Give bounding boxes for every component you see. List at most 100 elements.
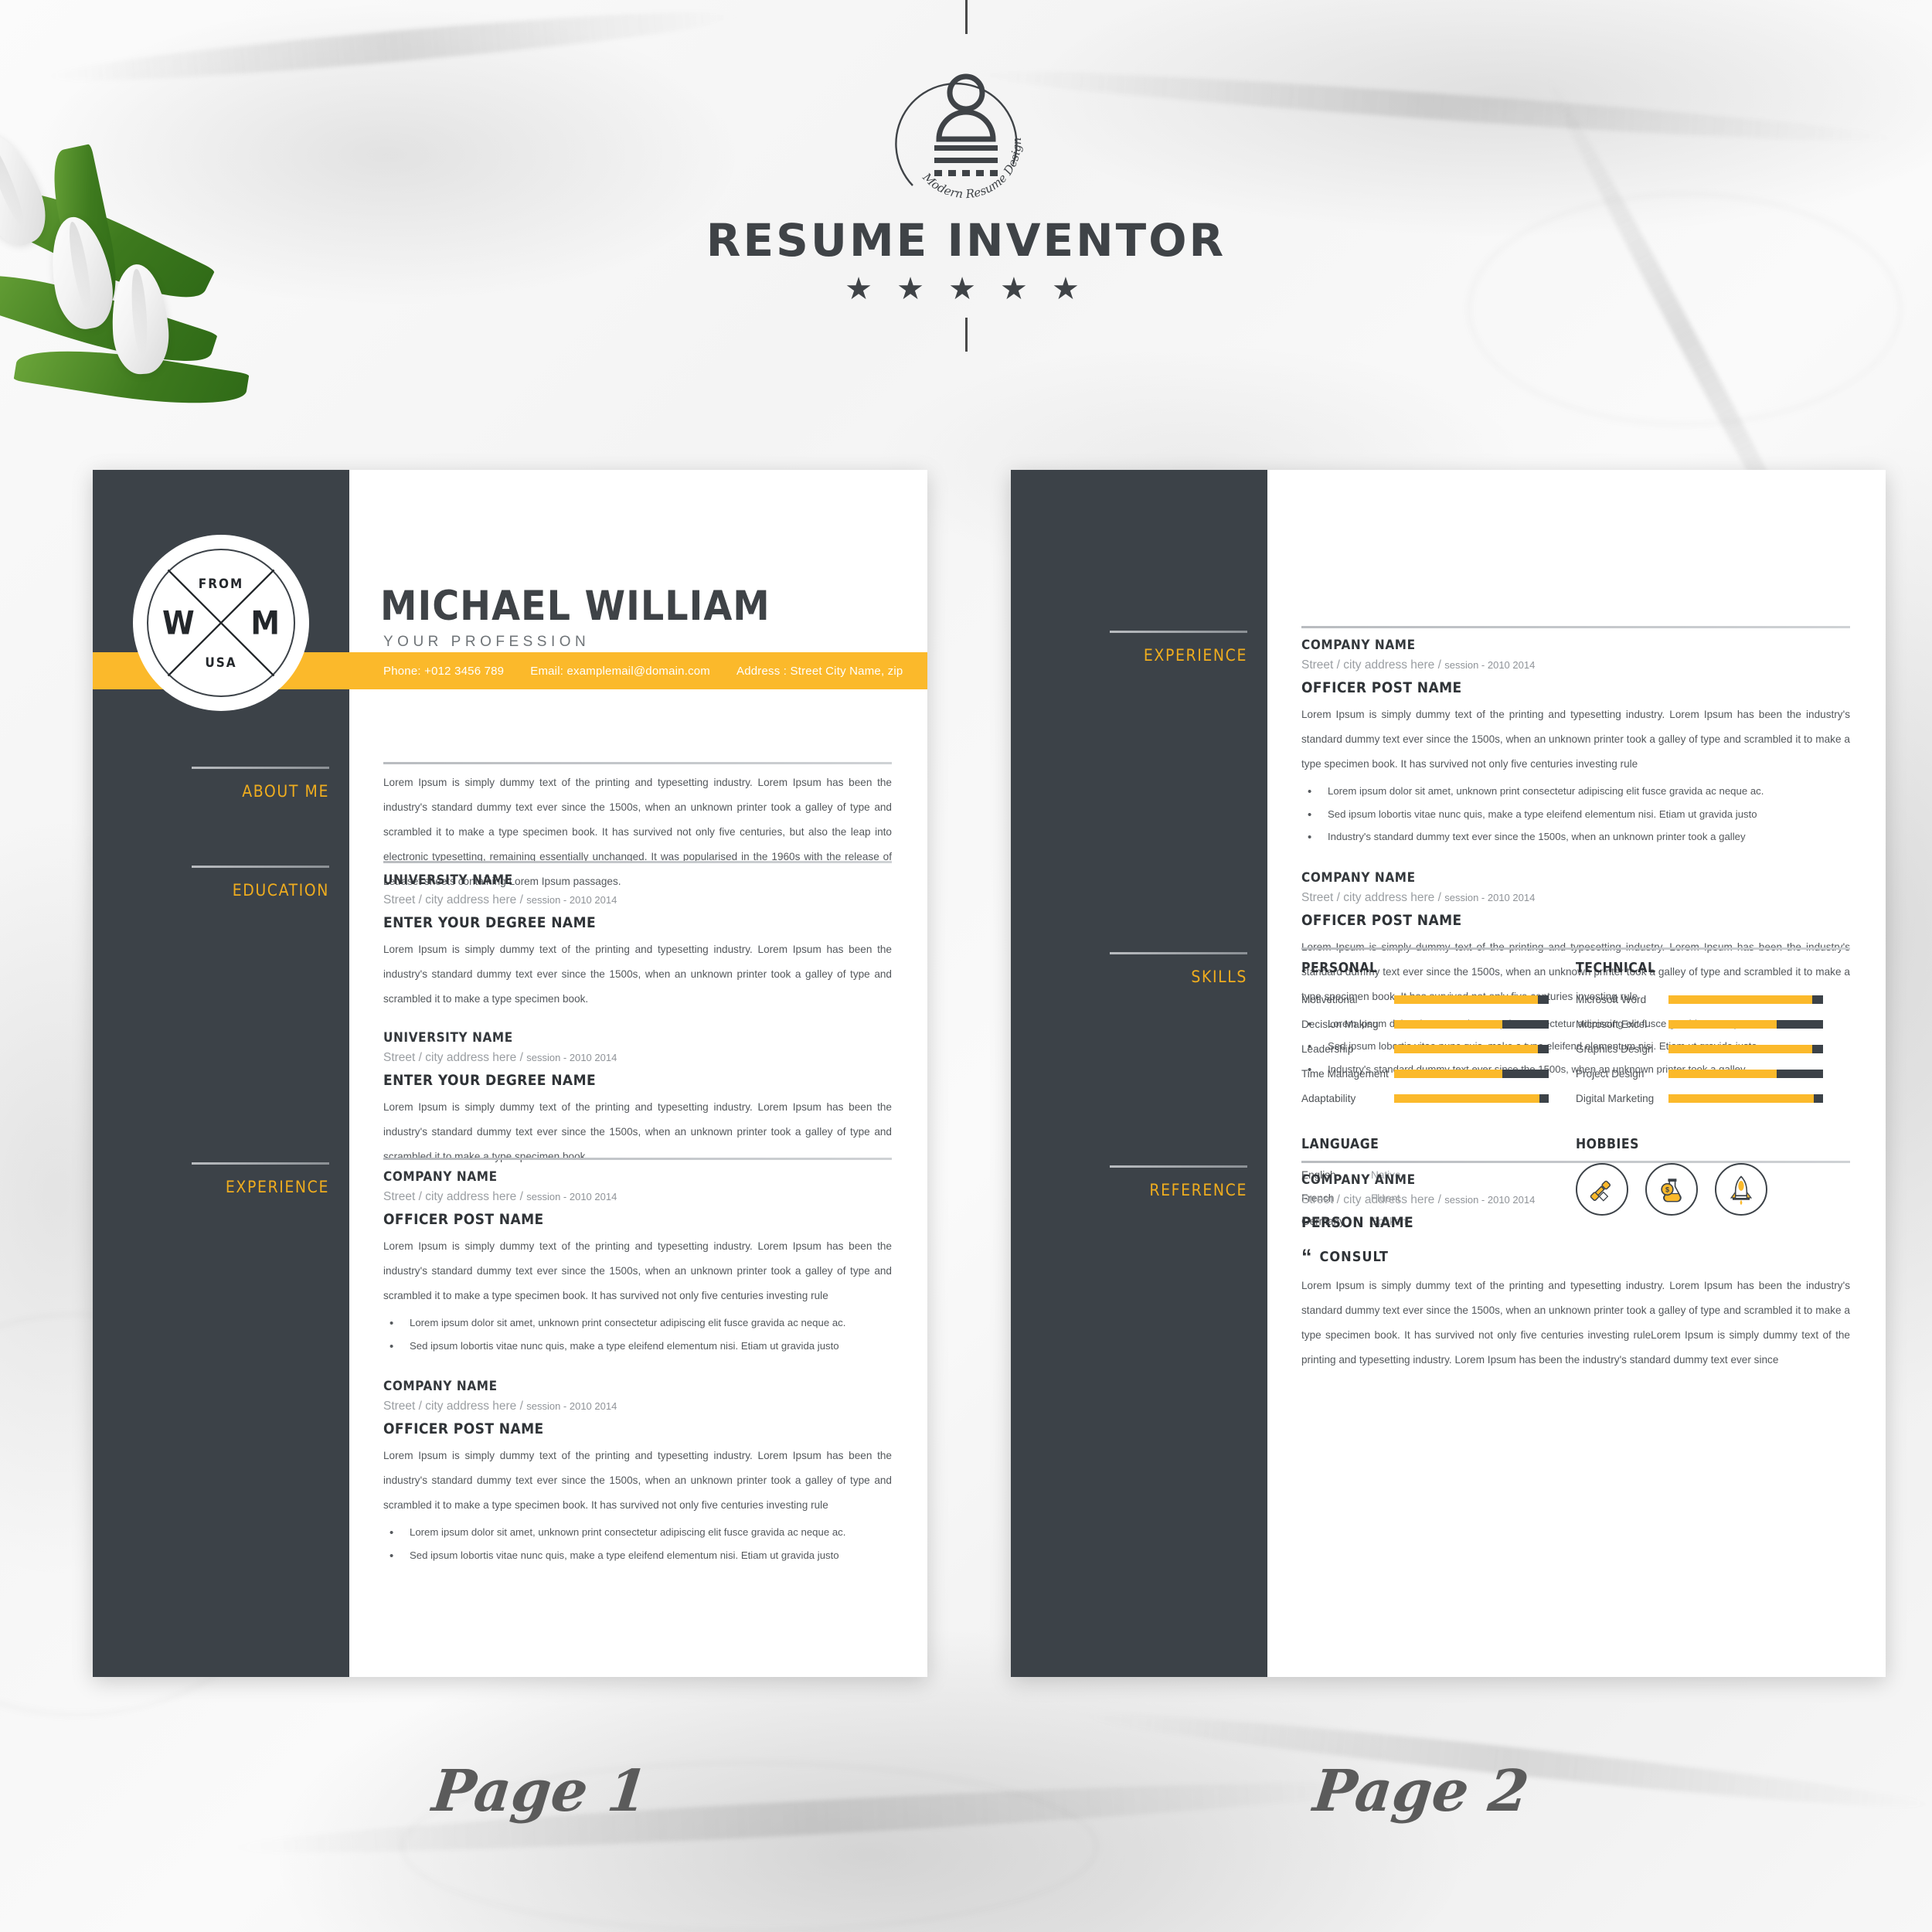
- skill-track: [1668, 1019, 1823, 1029]
- experience-bullets: Lorem ipsum dolor sit amet, unknown prin…: [1301, 779, 1850, 851]
- skill-row: Microsoft Word: [1576, 987, 1850, 1012]
- skill-row: Project Design: [1576, 1061, 1850, 1086]
- skill-fill: [1668, 995, 1812, 1004]
- list-item: Sed ipsum lobortis vitae nunc quis, make…: [1301, 802, 1850, 828]
- education-meta-main: Street / city address here /: [383, 1050, 527, 1064]
- experience-meta-main: Street / city address here /: [383, 1400, 527, 1413]
- list-item: Lorem ipsum dolor sit amet, unknown prin…: [383, 1520, 892, 1546]
- education-org: UNIVERSITY NAME: [383, 1029, 513, 1046]
- education-degree: ENTER YOUR DEGREE NAME: [383, 1071, 597, 1089]
- experience-meta: Street / city address here / session - 2…: [383, 1400, 892, 1413]
- reference-meta: Street / city address here / session - 2…: [1301, 1193, 1850, 1207]
- experience-org: COMPANY NAME: [383, 1379, 498, 1395]
- skill-fill: [1394, 1044, 1538, 1053]
- top-tick-divider: [964, 0, 968, 34]
- list-item: Sed ipsum lobortis vitae nunc quis, make…: [383, 1334, 892, 1359]
- experience-org: COMPANY NAME: [1301, 869, 1416, 886]
- skill-name: Graphics Design: [1576, 1043, 1654, 1055]
- contact-address[interactable]: Address : Street City Name, zip: [736, 665, 903, 678]
- experience-role: OFFICER POST NAME: [383, 1211, 544, 1228]
- skill-track: [1394, 1044, 1549, 1053]
- skills-technical-heading: TECHNICAL: [1576, 961, 1656, 976]
- experience-meta-sub: session - 2010 2014: [1444, 659, 1536, 671]
- reference-person: PERSON NAME: [1301, 1214, 1414, 1231]
- experience-org: COMPANY NAME: [1301, 638, 1416, 653]
- list-item: Industry's standard dummy text ever sinc…: [1301, 825, 1850, 850]
- reference-org: COMPANY ANME: [1301, 1172, 1416, 1188]
- skill-name: Digital Marketing: [1576, 1092, 1655, 1104]
- skill-track: [1668, 1069, 1823, 1078]
- skill-track: [1394, 995, 1549, 1004]
- list-item: Sed ipsum lobortis vitae nunc quis, make…: [383, 1543, 892, 1569]
- monogram-right: M: [250, 604, 280, 642]
- education-meta-sub: session - 2010 2014: [526, 1051, 617, 1063]
- experience-role: OFFICER POST NAME: [383, 1420, 544, 1438]
- reference-section: COMPANY ANME Street / city address here …: [1301, 1161, 1850, 1372]
- brand-header: Modern Resume Design RESUME INVENTOR ★ ★…: [0, 0, 1932, 352]
- rail-divider: [192, 1162, 329, 1165]
- skill-fill: [1394, 1019, 1502, 1029]
- skill-track: [1668, 995, 1823, 1004]
- rail-divider: [1110, 631, 1247, 633]
- skill-fill: [1668, 1019, 1777, 1029]
- page-2-caption: Page 2: [1310, 1758, 1532, 1825]
- skill-row: Digital Marketing: [1576, 1086, 1850, 1111]
- experience-role: OFFICER POST NAME: [1301, 911, 1462, 929]
- skill-row: Decision Making: [1301, 1012, 1576, 1036]
- experience-meta: Street / city address here / session - 2…: [383, 1190, 892, 1204]
- skill-row: Microsoft Excel: [1576, 1012, 1850, 1036]
- skill-track: [1668, 1094, 1823, 1103]
- bottom-tick-divider: [964, 318, 968, 352]
- sidebar-label-education[interactable]: EDUCATION: [233, 881, 329, 900]
- education-meta: Street / city address here / session - 2…: [383, 1051, 892, 1065]
- rail-divider: [1110, 1165, 1247, 1168]
- contact-email[interactable]: Email: examplemail@domain.com: [530, 665, 710, 678]
- section-rule: [1301, 626, 1850, 628]
- reference-meta-sub: session - 2010 2014: [1444, 1194, 1536, 1206]
- skill-name: Leadership: [1301, 1043, 1354, 1055]
- experience-org: COMPANY NAME: [383, 1169, 498, 1185]
- education-meta-sub: session - 2010 2014: [526, 894, 617, 906]
- experience-section: COMPANY NAME Street / city address here …: [383, 1158, 892, 1569]
- skill-fill: [1668, 1069, 1777, 1078]
- skill-name: Motivetional: [1301, 993, 1358, 1005]
- education-section: UNIVERSITY NAME Street / city address he…: [383, 861, 892, 1169]
- language-heading: LANGUAGE: [1301, 1137, 1379, 1152]
- list-item: Lorem ipsum dolor sit amet, unknown prin…: [1301, 779, 1850, 804]
- experience-text: Lorem Ipsum is simply dummy text of the …: [383, 1450, 892, 1512]
- sidebar-label-reference[interactable]: REFERENCE: [1149, 1181, 1247, 1199]
- experience-entry: COMPANY NAME Street / city address here …: [383, 1169, 892, 1359]
- rail-divider: [1110, 952, 1247, 954]
- skill-name: Microsoft Excel: [1576, 1018, 1648, 1030]
- experience-entry: COMPANY NAME Street / city address here …: [1301, 638, 1850, 851]
- skill-name: Decision Making: [1301, 1018, 1379, 1030]
- page2-content: COMPANY NAME Street / city address here …: [1267, 470, 1886, 1677]
- quote-icon: “: [1301, 1245, 1312, 1268]
- skill-track: [1394, 1069, 1549, 1078]
- skill-track: [1394, 1019, 1549, 1029]
- education-entry: UNIVERSITY NAME Street / city address he…: [383, 1030, 892, 1169]
- sidebar-label-about-me[interactable]: ABOUT ME: [242, 782, 329, 801]
- education-degree: ENTER YOUR DEGREE NAME: [383, 914, 597, 931]
- brand-stars: ★ ★ ★ ★ ★: [845, 272, 1087, 306]
- sidebar-label-experience[interactable]: EXPERIENCE: [1144, 646, 1247, 665]
- rail-divider: [192, 767, 329, 769]
- contact-phone[interactable]: Phone: +012 3456 789: [383, 665, 504, 678]
- sidebar-label-experience[interactable]: EXPERIENCE: [226, 1178, 329, 1196]
- page1-content: MICHAEL WILLIAM YOUR PROFESSION Phone: +…: [93, 470, 927, 1677]
- experience-text: Lorem Ipsum is simply dummy text of the …: [1301, 709, 1850, 770]
- monogram-top: FROM: [198, 577, 244, 592]
- page-1-caption: Page 1: [429, 1758, 651, 1825]
- skill-fill: [1668, 1044, 1812, 1053]
- skill-name: Microsoft Word: [1576, 993, 1647, 1005]
- education-meta: Street / city address here / session - 2…: [383, 893, 892, 907]
- sidebar-label-skills[interactable]: SKILLS: [1191, 968, 1247, 986]
- skills-personal-column: PERSONAL Motivetional Decision Making Le…: [1301, 961, 1576, 1111]
- hobbies-heading: HOBBIES: [1576, 1137, 1640, 1152]
- section-rule: [1301, 947, 1850, 950]
- resume-page-2: EXPERIENCE SKILLS REFERENCE COMPANY NAME…: [1011, 470, 1886, 1677]
- reference-meta-main: Street / city address here /: [1301, 1193, 1445, 1206]
- experience-meta-sub: session - 2010 2014: [1444, 891, 1536, 903]
- skill-name: Time Management: [1301, 1067, 1389, 1080]
- education-text: Lorem Ipsum is simply dummy text of the …: [383, 944, 892, 1005]
